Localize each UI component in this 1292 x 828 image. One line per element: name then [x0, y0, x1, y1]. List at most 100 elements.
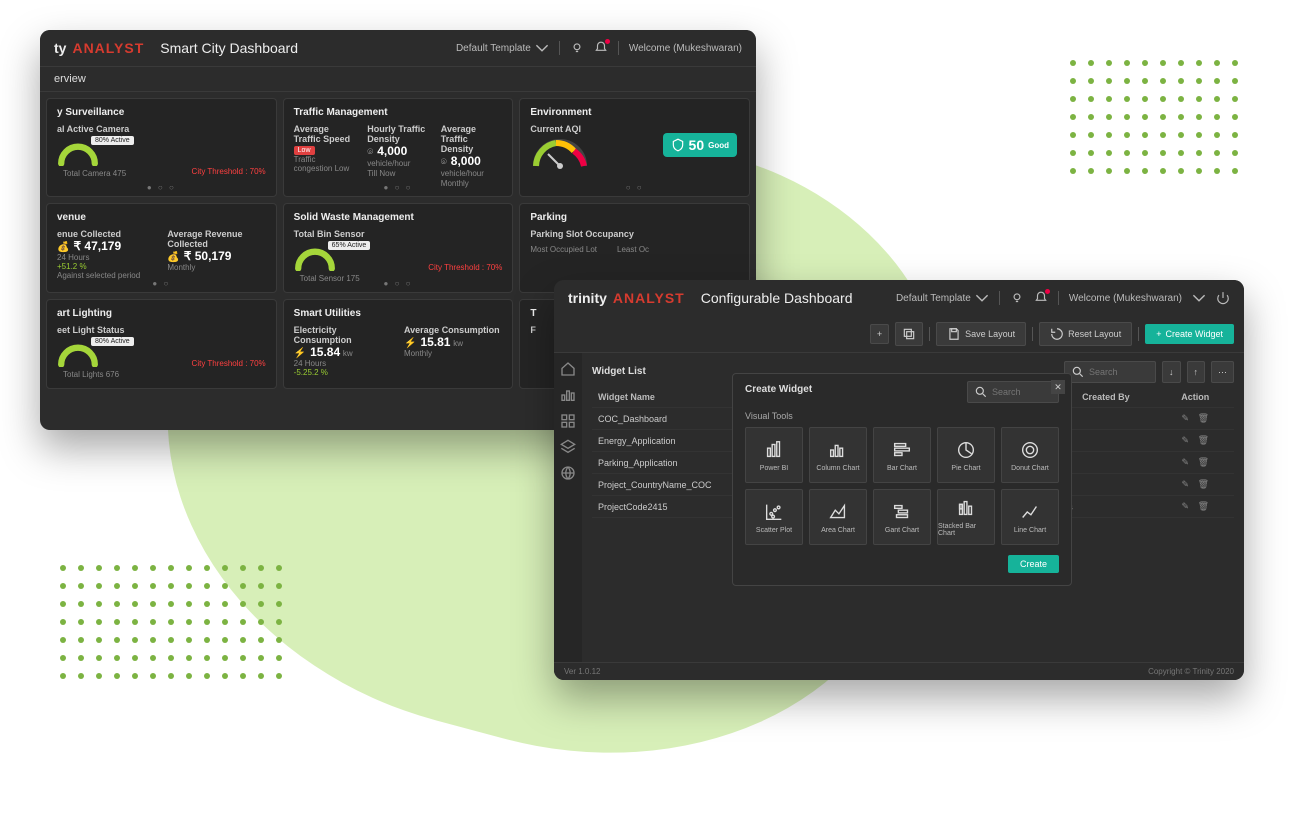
- tool-pie-chart[interactable]: Pie Chart: [937, 427, 995, 483]
- th-action[interactable]: Action: [1157, 387, 1235, 408]
- edit-icon[interactable]: ✎: [1182, 479, 1190, 489]
- column-chart-icon: [827, 439, 849, 461]
- gant-chart-icon: [891, 501, 913, 523]
- card-title: art Lighting: [57, 308, 266, 319]
- stat-delta: -5.25.2 %: [294, 368, 392, 377]
- stat-sub: Monthly: [441, 179, 503, 188]
- tool-gant-chart[interactable]: Gant Chart: [873, 489, 931, 545]
- tool-bar-chart[interactable]: Bar Chart: [873, 427, 931, 483]
- toolbar: + Save Layout Reset Layout + Create Widg…: [554, 316, 1244, 353]
- pager-dots[interactable]: ○ ○: [626, 183, 644, 192]
- speed-tag: Low: [294, 146, 315, 155]
- tool-area-chart[interactable]: Area Chart: [809, 489, 867, 545]
- card-title: Traffic Management: [294, 107, 503, 118]
- card-utilities: Smart Utilities Electricity Consumption …: [283, 299, 514, 389]
- chevron-down-icon[interactable]: [1192, 291, 1206, 305]
- tool-label: Pie Chart: [951, 465, 980, 472]
- close-button[interactable]: ✕: [1051, 380, 1065, 394]
- edit-icon[interactable]: ✎: [1182, 435, 1190, 445]
- divider: [618, 41, 619, 55]
- scatter-plot-icon: [763, 501, 785, 523]
- aqi-badge: 50 Good: [663, 133, 737, 157]
- tool-donut-chart[interactable]: Donut Chart: [1001, 427, 1059, 483]
- card-title: Solid Waste Management: [294, 212, 503, 223]
- edit-icon[interactable]: ✎: [1182, 457, 1190, 467]
- card-revenue: venue enue Collected 💰₹ 47,179 24 Hours …: [46, 203, 277, 293]
- card-title: Environment: [530, 107, 739, 118]
- stat-sub: Till Now: [367, 169, 429, 178]
- stat-note: Against selected period: [57, 271, 155, 280]
- money-icon: 💰: [57, 242, 69, 253]
- bolt-icon: ⚡: [294, 348, 306, 359]
- add-button[interactable]: +: [870, 324, 889, 344]
- delete-icon[interactable]: 🗑: [1198, 457, 1209, 467]
- stat-title: Average Consumption: [404, 325, 502, 335]
- delete-icon[interactable]: 🗑: [1198, 479, 1209, 489]
- layers-icon[interactable]: [560, 439, 576, 455]
- brand-prefix: trinity: [568, 290, 607, 306]
- sort-asc-button[interactable]: ↓: [1162, 361, 1181, 383]
- tool-scatter-plot[interactable]: Scatter Plot: [745, 489, 803, 545]
- home-icon[interactable]: [560, 361, 576, 377]
- bell-icon[interactable]: [1034, 291, 1048, 305]
- aqi-value: 50: [689, 137, 705, 153]
- stat-title: al Active Camera: [57, 124, 266, 134]
- save-layout-button[interactable]: Save Layout: [936, 322, 1026, 346]
- brand-suffix: ANALYST: [72, 40, 144, 56]
- delete-icon[interactable]: 🗑: [1198, 413, 1209, 423]
- modal-create-button[interactable]: Create: [1008, 555, 1059, 573]
- pager-dots[interactable]: ● ○ ○: [147, 183, 176, 192]
- modal-search[interactable]: [967, 381, 1059, 403]
- bulb-icon[interactable]: [570, 41, 584, 55]
- bell-icon[interactable]: [594, 41, 608, 55]
- pager-dots[interactable]: ● ○ ○: [384, 279, 413, 288]
- tool-column-chart[interactable]: Column Chart: [809, 427, 867, 483]
- brand-suffix: ANALYST: [613, 290, 685, 306]
- reset-layout-button[interactable]: Reset Layout: [1039, 322, 1132, 346]
- template-dropdown[interactable]: Default Template: [896, 291, 989, 305]
- more-button[interactable]: ⋯: [1211, 361, 1234, 383]
- sort-desc-button[interactable]: ↑: [1187, 361, 1206, 383]
- create-label: Create Widget: [1165, 329, 1223, 339]
- grid-icon[interactable]: [560, 413, 576, 429]
- stat-unit: vehicle/hour: [367, 159, 410, 168]
- delete-icon[interactable]: 🗑: [1198, 435, 1209, 445]
- create-widget-button[interactable]: + Create Widget: [1145, 324, 1234, 344]
- globe-icon[interactable]: [560, 465, 576, 481]
- stat-val: 8,000: [451, 154, 481, 168]
- cell-action: ✎ 🗑: [1157, 496, 1235, 518]
- chevron-down-icon: [975, 291, 989, 305]
- stat-val: ₹ 47,179: [73, 239, 121, 253]
- stat-title: Average Revenue Collected: [167, 229, 265, 249]
- w1-topbar: ty ANALYST Smart City Dashboard Default …: [40, 30, 756, 66]
- footer: Ver 1.0.12 Copyright © Trinity 2020: [554, 662, 1244, 680]
- card-title: y Surveillance: [57, 107, 266, 118]
- search-input[interactable]: [1064, 361, 1156, 383]
- aqi-label: Good: [708, 141, 729, 150]
- gauge-mini-icon: ⌾: [367, 147, 373, 158]
- search-field[interactable]: [1089, 367, 1149, 377]
- shield-icon: [671, 138, 685, 152]
- tool-line-chart[interactable]: Line Chart: [1001, 489, 1059, 545]
- tool-power-bi[interactable]: Power BI: [745, 427, 803, 483]
- copy-button[interactable]: [895, 322, 923, 346]
- template-dropdown[interactable]: Default Template: [456, 41, 549, 55]
- chart-icon[interactable]: [560, 387, 576, 403]
- delete-icon[interactable]: 🗑: [1198, 501, 1209, 511]
- bar-chart-icon: [891, 439, 913, 461]
- stat-title: Hourly Traffic Density: [367, 124, 429, 144]
- power-icon[interactable]: [1216, 291, 1230, 305]
- divider: [1138, 327, 1139, 341]
- section-label: Visual Tools: [745, 411, 1059, 421]
- modal-search-field[interactable]: [992, 387, 1052, 397]
- stat-unit: kw: [343, 349, 353, 358]
- pager-dots[interactable]: ● ○ ○: [384, 183, 413, 192]
- edit-icon[interactable]: ✎: [1182, 501, 1190, 511]
- w2-topbar: trinity ANALYST Configurable Dashboard D…: [554, 280, 1244, 316]
- pager-dots[interactable]: ● ○: [152, 279, 170, 288]
- tool-label: Power BI: [760, 465, 788, 472]
- bulb-icon[interactable]: [1010, 291, 1024, 305]
- tool-label: Bar Chart: [887, 465, 917, 472]
- tool-stacked-bar-chart[interactable]: Stacked Bar Chart: [937, 489, 995, 545]
- edit-icon[interactable]: ✎: [1182, 413, 1190, 423]
